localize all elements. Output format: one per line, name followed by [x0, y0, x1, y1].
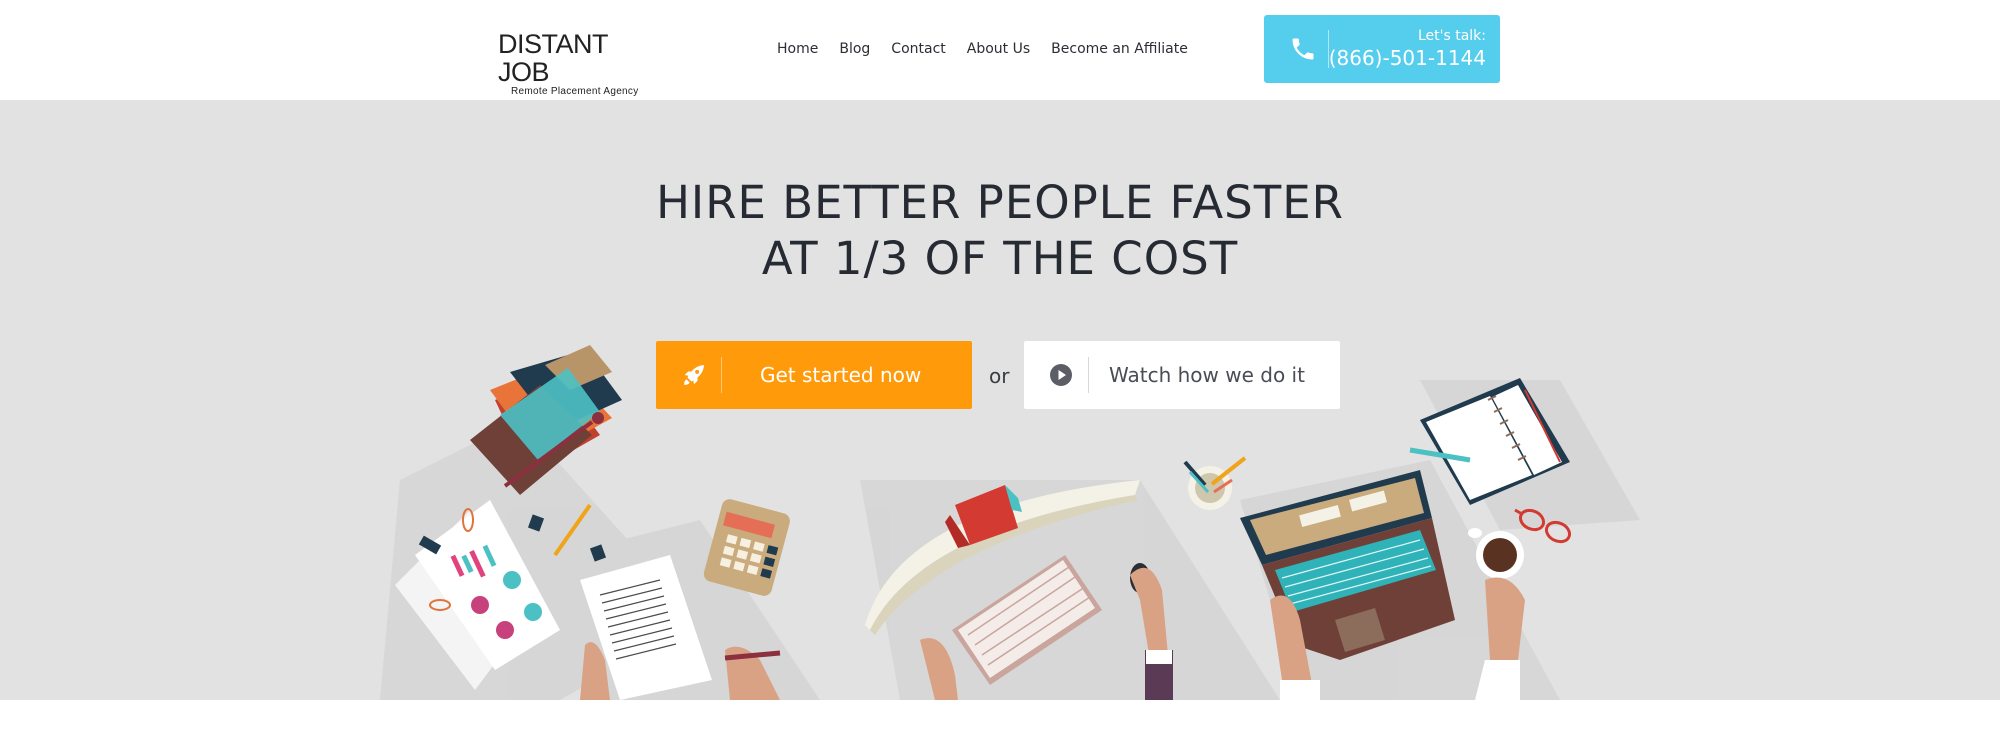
watch-divider: [1088, 357, 1089, 393]
nav-home[interactable]: Home: [777, 38, 818, 60]
nav-contact[interactable]: Contact: [891, 38, 945, 60]
main-nav: Home Blog Contact About Us Become an Aff…: [777, 38, 1209, 60]
or-separator: or: [989, 364, 1010, 388]
phone-icon: [1292, 38, 1314, 60]
hero-headline: HIRE BETTER PEOPLE FASTER AT 1/3 OF THE …: [0, 175, 2000, 287]
phone-number: (866)-501-1144: [1328, 46, 1486, 70]
get-started-button[interactable]: Get started now: [656, 341, 972, 409]
nav-blog[interactable]: Blog: [839, 38, 870, 60]
watch-video-label: Watch how we do it: [1109, 363, 1305, 387]
logo[interactable]: DISTANT JOB Remote Placement Agency: [498, 30, 658, 97]
call-prompt: Let's talk:: [1417, 28, 1486, 44]
logo-title: DISTANT JOB: [498, 29, 608, 87]
logo-tagline: Remote Placement Agency: [511, 86, 639, 97]
site-header: DISTANT JOB Remote Placement Agency Home…: [0, 0, 2000, 100]
headline-line-1: HIRE BETTER PEOPLE FASTER: [656, 176, 1344, 229]
headline-line-2: AT 1/3 OF THE COST: [761, 232, 1239, 285]
get-started-label: Get started now: [760, 363, 922, 387]
play-icon: [1050, 364, 1072, 386]
calculator-icon: [703, 499, 790, 596]
page-bottom: [0, 700, 2000, 729]
nav-about-us[interactable]: About Us: [967, 38, 1030, 60]
nav-become-affiliate[interactable]: Become an Affiliate: [1051, 38, 1188, 60]
call-button[interactable]: Let's talk: (866)-501-1144: [1264, 15, 1500, 83]
cta-divider: [721, 357, 722, 393]
watch-video-button[interactable]: Watch how we do it: [1024, 341, 1340, 409]
hero-section: HIRE BETTER PEOPLE FASTER AT 1/3 OF THE …: [0, 100, 2000, 700]
pencil-cup-icon: [1183, 456, 1247, 510]
rocket-icon: [684, 365, 704, 385]
